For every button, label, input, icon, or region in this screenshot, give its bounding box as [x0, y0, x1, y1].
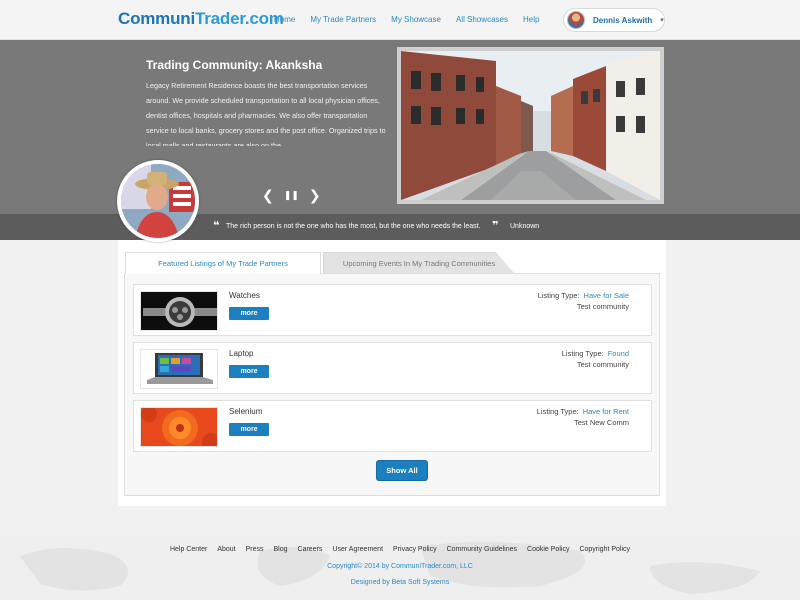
listing-item: Laptop more Listing Type: Found Test comm…	[133, 342, 652, 394]
listing-title[interactable]: Watches	[229, 291, 260, 300]
avatar	[567, 11, 585, 29]
listing-type-value[interactable]: Found	[608, 349, 629, 358]
footer-link-user-agreement[interactable]: User Agreement	[332, 546, 383, 553]
listing-community: Test community	[576, 360, 629, 369]
listing-type-label: Listing Type:	[536, 407, 579, 416]
listing-type: Listing Type: Found	[562, 349, 629, 358]
user-menu[interactable]: Dennis Askwith ▾	[563, 8, 665, 32]
footer-links: Help Center About Press Blog Careers Use…	[0, 546, 800, 553]
hero-title: Trading Community: Akanksha	[146, 58, 323, 72]
nav-all-showcases[interactable]: All Showcases	[456, 15, 508, 24]
community-profile-photo	[117, 160, 199, 242]
user-name: Dennis Askwith	[593, 15, 653, 25]
main-nav: Home My Trade Partners My Showcase All S…	[274, 15, 554, 24]
quote-author: Unknown	[510, 223, 540, 230]
listing-community: Test community	[576, 302, 629, 311]
nav-home[interactable]: Home	[274, 15, 295, 24]
listing-type: Listing Type: Have for Rent	[537, 407, 629, 416]
footer-link-press[interactable]: Press	[246, 546, 264, 553]
listing-title[interactable]: Selenium	[229, 407, 262, 416]
close-quote-icon: ❞	[492, 220, 499, 232]
footer-link-copyright-policy[interactable]: Copyright Policy	[579, 546, 630, 553]
nav-my-showcase[interactable]: My Showcase	[391, 15, 441, 24]
footer-link-careers[interactable]: Careers	[298, 546, 323, 553]
listing-type-label: Listing Type:	[561, 349, 604, 358]
more-button[interactable]: more	[229, 365, 269, 378]
logo-part-2: Trader.com	[194, 9, 284, 28]
more-button[interactable]: more	[229, 423, 269, 436]
listings-panel: Watches more Listing Type: Have for Sale …	[124, 273, 660, 496]
top-bar: CommuniTrader.com Home My Trade Partners…	[0, 0, 800, 40]
footer: Help Center About Press Blog Careers Use…	[0, 536, 800, 600]
pause-icon[interactable]: ❚❚	[284, 190, 299, 201]
carousel-controls: ❮ ❚❚ ❯	[262, 187, 321, 204]
open-quote-icon: ❝	[213, 220, 220, 232]
footer-link-cookie-policy[interactable]: Cookie Policy	[527, 546, 569, 553]
footer-link-about[interactable]: About	[217, 546, 235, 553]
listing-image-laptop[interactable]	[140, 349, 218, 389]
nav-help[interactable]: Help	[523, 15, 539, 24]
footer-link-community-guidelines[interactable]: Community Guidelines	[447, 546, 517, 553]
site-logo[interactable]: CommuniTrader.com	[118, 9, 284, 29]
listing-image-selenium[interactable]	[140, 407, 218, 447]
listing-item: Watches more Listing Type: Have for Sale …	[133, 284, 652, 336]
listing-type: Listing Type: Have for Sale	[538, 291, 629, 300]
listing-image-watches[interactable]	[140, 291, 218, 331]
more-button[interactable]: more	[229, 307, 269, 320]
footer-link-privacy-policy[interactable]: Privacy Policy	[393, 546, 437, 553]
listing-community: Test New Comm	[573, 418, 629, 427]
listing-type-value[interactable]: Have for Sale	[584, 291, 629, 300]
footer-link-help-center[interactable]: Help Center	[170, 546, 207, 553]
logo-part-1: Communi	[118, 9, 195, 28]
show-all-button[interactable]: Show All	[376, 460, 428, 481]
chevron-down-icon: ▾	[660, 17, 664, 24]
main-panel: Featured Listings of My Trade Partners U…	[118, 240, 666, 506]
listing-type-label: Listing Type:	[537, 291, 580, 300]
footer-link-blog[interactable]: Blog	[274, 546, 288, 553]
listing-type-value[interactable]: Have for Rent	[583, 407, 629, 416]
nav-my-trade-partners[interactable]: My Trade Partners	[310, 15, 376, 24]
chevron-left-icon[interactable]: ❮	[262, 187, 274, 204]
quote-text: The rich person is not the one who has t…	[226, 223, 481, 230]
community-photo	[397, 47, 664, 204]
copyright-text[interactable]: Copyright© 2014 by CommuniTrader.com, LL…	[0, 563, 800, 570]
listing-item: Selenium more Listing Type: Have for Rent…	[133, 400, 652, 452]
listing-title[interactable]: Laptop	[229, 349, 253, 358]
chevron-right-icon[interactable]: ❯	[309, 187, 321, 204]
designed-by-text[interactable]: Designed by Beta Soft Systems	[0, 579, 800, 586]
hero-description: Legacy Retirement Residence boasts the b…	[146, 81, 386, 146]
tab-featured-listings[interactable]: Featured Listings of My Trade Partners	[125, 252, 321, 274]
tab-upcoming-events[interactable]: Upcoming Events In My Trading Communitie…	[323, 252, 515, 274]
